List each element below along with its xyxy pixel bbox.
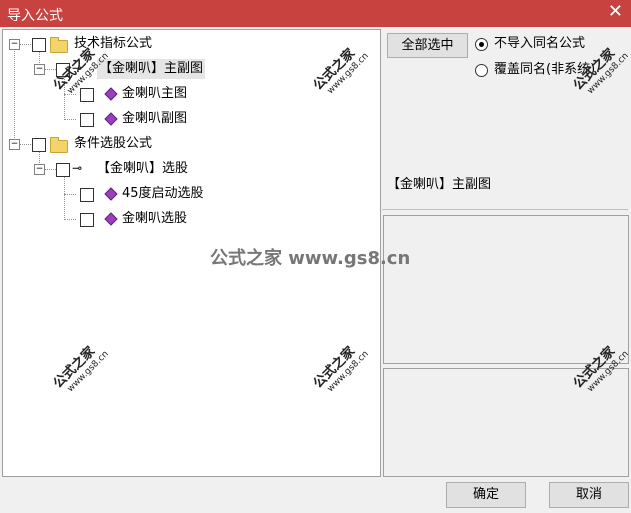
tree-node-label: 金喇叭副图 (122, 111, 188, 126)
checkbox-child[interactable] (80, 113, 94, 127)
checkbox-group1[interactable] (32, 38, 46, 52)
title-bar: 导入公式 ✕ (0, 0, 631, 27)
checkbox-group2[interactable] (32, 138, 46, 152)
tree-guide-line (64, 219, 76, 220)
radio-overwrite[interactable] (475, 64, 488, 77)
gem-icon (104, 87, 118, 101)
tree-node-label: 【金喇叭】主副图 (97, 59, 206, 79)
checkbox-item2[interactable] (56, 163, 70, 177)
gem-icon (104, 112, 118, 126)
checkbox-child[interactable] (80, 188, 94, 202)
select-all-button[interactable]: 全部选中 (387, 33, 468, 58)
tree-node-label: 【金喇叭】选股 (97, 161, 189, 176)
tree-guide-line (44, 169, 56, 170)
option-no-import-label: 不导入同名公式 (494, 36, 586, 51)
tree-guide-line (64, 119, 76, 120)
ok-button[interactable]: 确定 (446, 482, 526, 508)
tree-node-label: 金喇叭选股 (122, 211, 188, 226)
checkbox-child[interactable] (80, 88, 94, 102)
tree-guide-line (14, 44, 15, 144)
close-icon[interactable]: ✕ (608, 2, 623, 22)
tree-guide-line (44, 69, 56, 70)
selected-formula-name: 【金喇叭】主副图 (387, 177, 492, 192)
tree-guide-line (64, 170, 65, 220)
cancel-button[interactable]: 取消 (549, 482, 629, 508)
expand-collapse-icon[interactable]: − (34, 164, 45, 175)
checkbox-child[interactable] (80, 213, 94, 227)
watermark-center: 公式之家 www.gs8.cn (210, 248, 411, 269)
tree-node-label: 45度启动选股 (122, 186, 204, 201)
tree-node-label: 金喇叭主图 (122, 86, 188, 101)
formula-info-panel: 【金喇叭】主副图 (382, 173, 628, 210)
gem-icon (104, 187, 118, 201)
window-title: 导入公式 (7, 8, 63, 24)
tree-guide-line (19, 44, 33, 45)
tree-guide-line (19, 144, 33, 145)
formula-description-panel (383, 215, 629, 364)
expand-collapse-icon[interactable]: − (9, 39, 20, 50)
expand-collapse-icon[interactable]: − (9, 139, 20, 150)
radio-no-import[interactable] (475, 38, 488, 51)
expand-collapse-icon[interactable]: − (34, 64, 45, 75)
tree-node-label: 条件选股公式 (74, 136, 153, 151)
key-icon: ⊸ (72, 161, 83, 175)
folder-icon (50, 37, 68, 53)
gem-icon (104, 212, 118, 226)
tree-guide-line (64, 194, 76, 195)
folder-icon (50, 137, 68, 153)
